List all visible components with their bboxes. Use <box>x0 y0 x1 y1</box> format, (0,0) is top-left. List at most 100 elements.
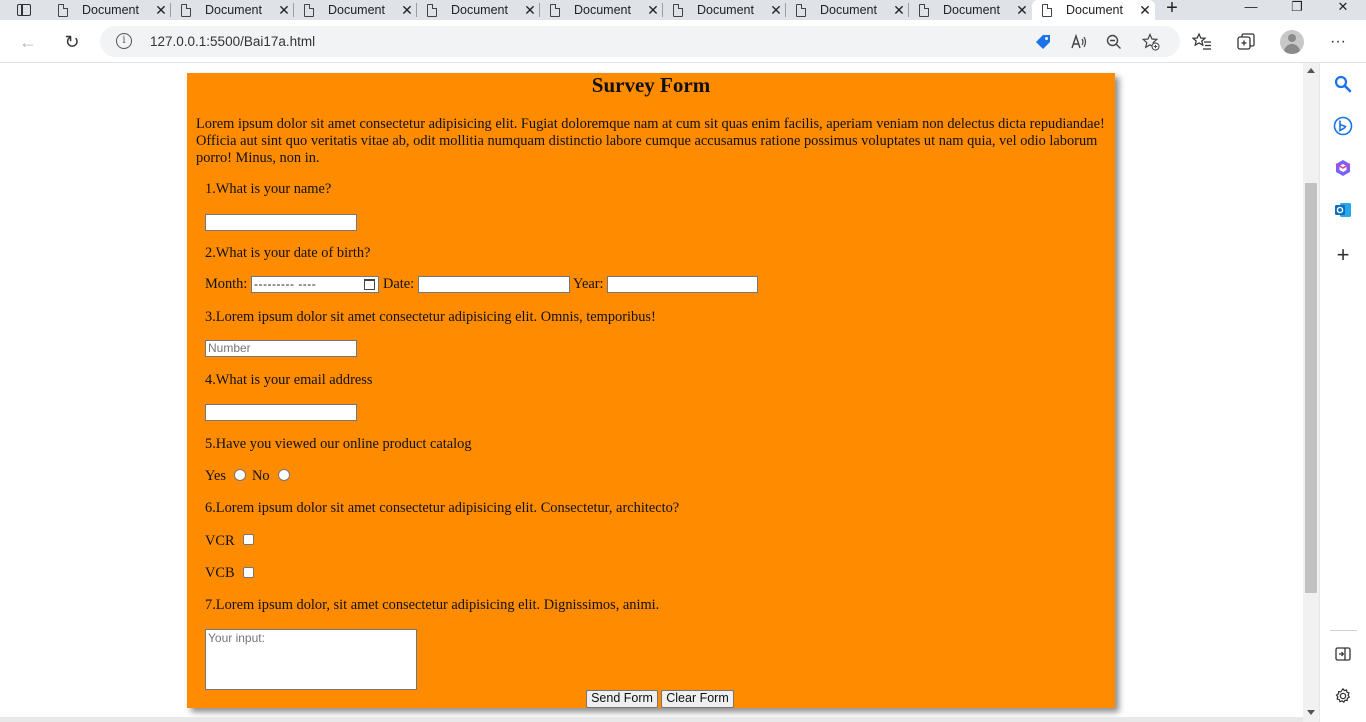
tab-label: Document <box>451 3 508 17</box>
document-icon <box>796 3 806 17</box>
browser-tab-active[interactable]: Document ✕ <box>1032 0 1155 20</box>
tab-label: Document <box>820 3 877 17</box>
close-tab-icon[interactable]: ✕ <box>1135 2 1155 19</box>
browser-tab[interactable]: Document ✕ <box>171 0 294 20</box>
refresh-button[interactable]: ↻ <box>58 28 86 56</box>
document-icon <box>58 3 68 17</box>
document-icon <box>673 3 683 17</box>
clear-form-button[interactable]: Clear Form <box>661 690 734 708</box>
vcb-checkbox[interactable] <box>243 567 254 578</box>
month-value: --------- ---- <box>254 277 317 291</box>
more-options-icon[interactable]: ··· <box>1327 31 1349 53</box>
tab-label: Document <box>943 3 1000 17</box>
page-scrollbar[interactable] <box>1303 63 1319 722</box>
number-input[interactable]: Number <box>205 340 357 357</box>
close-tab-icon[interactable]: ✕ <box>151 2 171 19</box>
yes-label: Yes <box>205 468 226 484</box>
office-icon[interactable] <box>1332 157 1354 179</box>
browser-tab[interactable]: Document ✕ <box>417 0 540 20</box>
close-tab-icon[interactable]: ✕ <box>520 2 540 19</box>
no-label: No <box>252 468 270 484</box>
question-3: 3.Lorem ipsum dolor sit amet consectetur… <box>205 309 656 325</box>
close-tab-icon[interactable]: ✕ <box>766 2 786 19</box>
document-icon <box>1042 3 1052 17</box>
vcb-label: VCB <box>205 565 235 581</box>
shopping-tag-icon[interactable] <box>1034 33 1052 51</box>
minimize-button[interactable]: — <box>1228 0 1274 20</box>
site-info-icon[interactable]: i <box>116 33 132 49</box>
document-icon <box>550 3 560 17</box>
address-bar[interactable]: i 127.0.0.1:5500/Bai17a.html <box>100 26 1180 57</box>
tab-label: Document <box>697 3 754 17</box>
browser-tab[interactable]: Document ✕ <box>294 0 417 20</box>
browser-tab[interactable]: Document ✕ <box>540 0 663 20</box>
document-icon <box>181 3 191 17</box>
url-text[interactable]: 127.0.0.1:5500/Bai17a.html <box>150 34 315 49</box>
document-icon <box>427 3 437 17</box>
survey-form: Survey Form Lorem ipsum dolor sit amet c… <box>187 73 1115 708</box>
scroll-down-icon[interactable] <box>1307 710 1315 715</box>
email-input[interactable] <box>205 404 357 421</box>
close-tab-icon[interactable]: ✕ <box>1012 2 1032 19</box>
search-icon[interactable] <box>1332 73 1354 95</box>
date-input[interactable] <box>418 276 570 293</box>
outlook-icon[interactable] <box>1332 199 1354 221</box>
add-sidebar-app-icon[interactable]: + <box>1332 242 1354 267</box>
hide-sidebar-icon[interactable] <box>1332 643 1354 665</box>
profile-avatar[interactable] <box>1280 30 1304 54</box>
close-tab-icon[interactable]: ✕ <box>397 2 417 19</box>
document-icon <box>919 3 929 17</box>
name-input[interactable] <box>205 214 357 231</box>
question-6: 6.Lorem ipsum dolor sit amet consectetur… <box>205 500 680 516</box>
question-7: 7.Lorem ipsum dolor, sit amet consectetu… <box>205 597 660 613</box>
favorites-icon[interactable] <box>1191 31 1213 53</box>
zoom-out-icon[interactable] <box>1105 33 1123 51</box>
year-input[interactable] <box>607 276 758 293</box>
page-viewport: Survey Form Lorem ipsum dolor sit amet c… <box>0 63 1303 722</box>
question-5: 5.Have you viewed our online product cat… <box>205 436 472 452</box>
restore-button[interactable]: ❐ <box>1274 0 1320 20</box>
browser-tab[interactable]: Document ✕ <box>663 0 786 20</box>
new-tab-button[interactable]: + <box>1160 0 1184 20</box>
comments-textarea[interactable]: Your input: <box>205 629 417 690</box>
window-close-button[interactable]: ✕ <box>1320 0 1366 20</box>
form-title: Survey Form <box>591 73 711 97</box>
month-input[interactable]: --------- ---- <box>251 276 379 293</box>
close-tab-icon[interactable]: ✕ <box>889 2 909 19</box>
question-4: 4.What is your email address <box>205 372 373 388</box>
tab-strip: Document ✕ Document ✕ Document ✕ Documen… <box>0 0 1366 20</box>
add-favorite-icon[interactable] <box>1142 33 1160 51</box>
bing-chat-icon[interactable] <box>1332 115 1354 137</box>
scroll-up-icon[interactable] <box>1307 68 1315 73</box>
send-form-button[interactable]: Send Form <box>586 690 658 708</box>
tab-label: Document <box>205 3 262 17</box>
tab-label: Document <box>1066 3 1123 17</box>
document-icon <box>304 3 314 17</box>
question-2: 2.What is your date of birth? <box>205 245 371 261</box>
no-radio[interactable] <box>278 469 290 481</box>
settings-gear-icon[interactable] <box>1332 685 1354 707</box>
scroll-thumb[interactable] <box>1305 183 1317 593</box>
workspaces-button[interactable] <box>0 0 48 20</box>
edge-sidebar: + <box>1319 63 1366 722</box>
vcr-label: VCR <box>205 533 235 549</box>
tab-label: Document <box>574 3 631 17</box>
month-label: Month: <box>205 276 248 292</box>
browser-toolbar: ← ↻ i 127.0.0.1:5500/Bai17a.html ··· <box>0 20 1366 63</box>
back-button[interactable]: ← <box>14 28 42 56</box>
browser-tab[interactable]: Document ✕ <box>909 0 1032 20</box>
horizontal-scrollbar <box>0 717 1303 722</box>
close-tab-icon[interactable]: ✕ <box>274 2 294 19</box>
question-1: 1.What is your name? <box>205 181 332 197</box>
workspaces-icon <box>17 4 31 16</box>
read-aloud-icon[interactable] <box>1070 33 1088 51</box>
yes-radio[interactable] <box>234 469 246 481</box>
vcr-checkbox[interactable] <box>243 534 254 545</box>
collections-icon[interactable] <box>1235 31 1257 53</box>
date-label: Date: <box>383 276 415 292</box>
calendar-icon[interactable] <box>364 279 375 290</box>
browser-tab[interactable]: Document ✕ <box>48 0 171 20</box>
tab-label: Document <box>328 3 385 17</box>
close-tab-icon[interactable]: ✕ <box>643 2 663 19</box>
browser-tab[interactable]: Document ✕ <box>786 0 909 20</box>
